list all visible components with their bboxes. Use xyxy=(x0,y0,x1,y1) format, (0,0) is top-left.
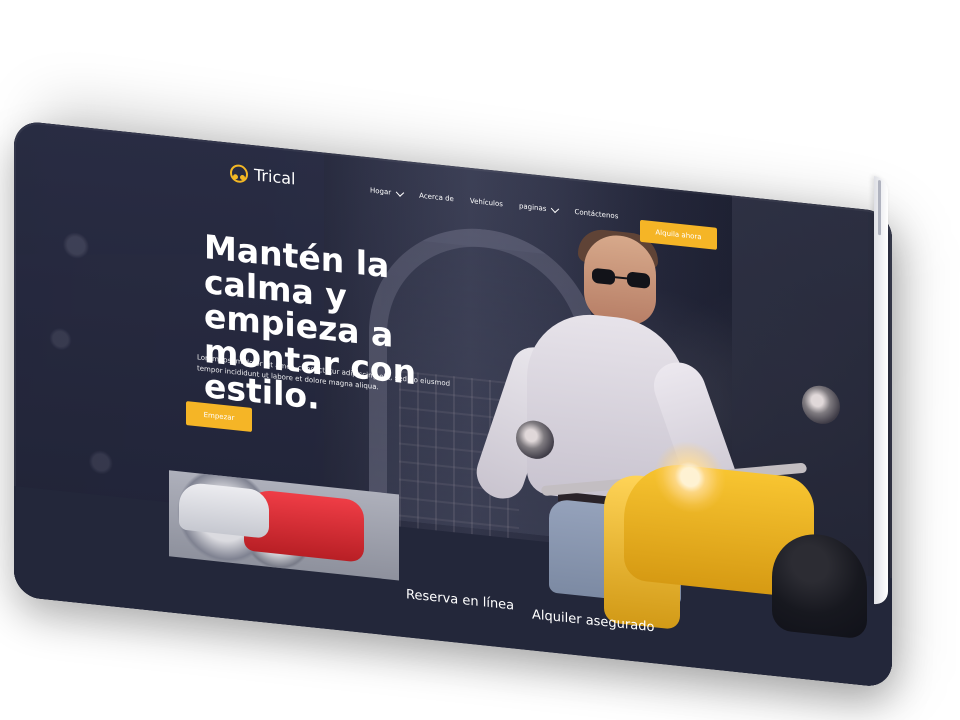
chevron-down-icon xyxy=(395,188,405,197)
scrollbar-thumb[interactable] xyxy=(878,180,881,236)
right-lens xyxy=(627,271,650,289)
glasses-bridge xyxy=(614,276,628,280)
device-right-rim xyxy=(874,176,888,606)
chevron-down-icon xyxy=(551,204,560,214)
brand-icon xyxy=(230,163,248,184)
screen-scene: Trical Hogar Acerca de Vehículos paginas… xyxy=(0,0,960,720)
website-preview: Trical Hogar Acerca de Vehículos paginas… xyxy=(14,120,892,689)
left-lens xyxy=(592,267,615,286)
hero-headline: Mantén la calma y empieza a montar con e… xyxy=(204,226,417,417)
